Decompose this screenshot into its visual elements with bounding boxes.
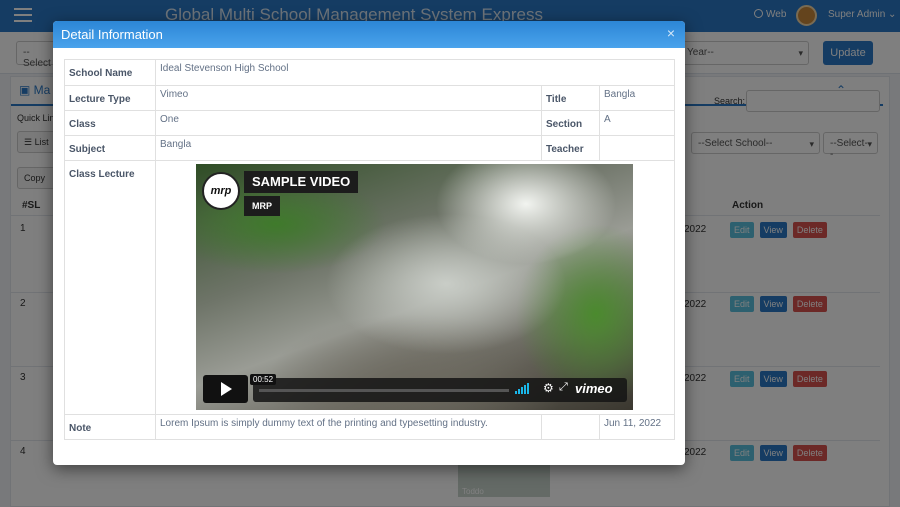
note-value: Lorem Ipsum is simply dummy text of the …	[155, 414, 542, 440]
row-school-name: School Name Ideal Stevenson High School	[64, 59, 676, 86]
close-icon[interactable]: ×	[667, 25, 675, 41]
row-subject: Subject Bangla Teacher	[64, 135, 676, 161]
class-label: Class	[64, 110, 156, 136]
modal-title: Detail Information	[61, 27, 163, 42]
note-label: Note	[64, 414, 156, 440]
note-empty-cell	[541, 414, 600, 440]
video-controls: ⚙ ⤢ vimeo	[253, 378, 627, 402]
subject-label: Subject	[64, 135, 156, 161]
detail-table: School Name Ideal Stevenson High School …	[64, 59, 676, 440]
subject-value: Bangla	[155, 135, 542, 161]
modal-header: Detail Information ×	[53, 21, 685, 48]
volume-icon[interactable]	[515, 383, 529, 394]
class-value: One	[155, 110, 542, 136]
vimeo-logo[interactable]: vimeo	[575, 381, 613, 396]
video-author[interactable]: MRP	[244, 196, 280, 216]
fullscreen-icon[interactable]: ⤢	[559, 381, 568, 394]
row-class-lecture: Class Lecture mrp SAMPLE VIDEO MRP ⚙ ⤢ v…	[64, 160, 676, 415]
play-button[interactable]	[203, 375, 248, 403]
video-time: 00:52	[250, 374, 277, 385]
class-lecture-label: Class Lecture	[64, 160, 156, 415]
lecture-type-label: Lecture Type	[64, 85, 156, 111]
title-label: Title	[541, 85, 600, 111]
settings-icon[interactable]: ⚙	[543, 381, 554, 395]
row-lecture-type: Lecture Type Vimeo Title Bangla	[64, 85, 676, 111]
section-value: A	[598, 110, 676, 136]
lecture-type-value: Vimeo	[155, 85, 542, 111]
play-icon	[221, 382, 232, 396]
section-label: Section	[541, 110, 600, 136]
detail-modal: Detail Information × School Name Ideal S…	[53, 21, 685, 465]
school-name-label: School Name	[64, 59, 156, 86]
vimeo-video-player[interactable]: mrp SAMPLE VIDEO MRP ⚙ ⤢ vimeo 00:52	[196, 164, 633, 410]
row-class: Class One Section A	[64, 110, 676, 136]
title-value: Bangla	[598, 85, 676, 111]
teacher-label: Teacher	[541, 135, 600, 161]
school-name-value: Ideal Stevenson High School	[154, 59, 676, 86]
row-note: Note Lorem Ipsum is simply dummy text of…	[64, 414, 676, 440]
progress-bar[interactable]	[259, 389, 509, 392]
teacher-value	[598, 135, 676, 161]
class-lecture-cell: mrp SAMPLE VIDEO MRP ⚙ ⤢ vimeo 00:52	[154, 160, 676, 415]
channel-logo[interactable]: mrp	[202, 172, 240, 210]
video-title[interactable]: SAMPLE VIDEO	[244, 171, 359, 193]
note-date: Jun 11, 2022	[598, 414, 676, 440]
